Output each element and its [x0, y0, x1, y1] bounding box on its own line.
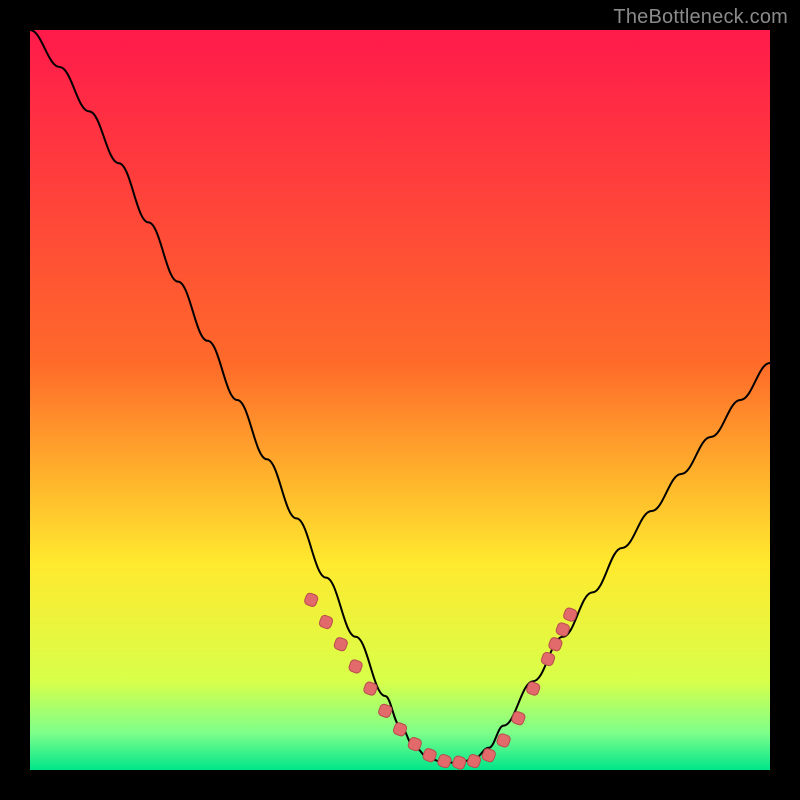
chart-svg — [30, 30, 770, 770]
plot-area — [30, 30, 770, 770]
gradient-background — [30, 30, 770, 770]
chart-stage: TheBottleneck.com — [0, 0, 800, 800]
attribution-text: TheBottleneck.com — [613, 6, 788, 29]
